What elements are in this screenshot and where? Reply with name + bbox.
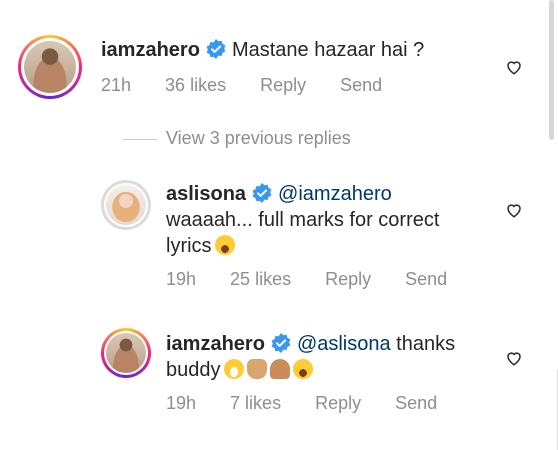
- laughing-emoji-icon: [214, 235, 235, 255]
- folded-hands-emoji-icon: [269, 359, 290, 379]
- likes-count[interactable]: 36 likes: [165, 75, 226, 95]
- send-button[interactable]: Send: [405, 269, 447, 289]
- reply-button[interactable]: Reply: [325, 269, 371, 289]
- reply-time: 19h: [166, 393, 197, 413]
- comment-time: 21h: [101, 75, 132, 95]
- comment-text: Mastane hazaar hai ?: [231, 39, 425, 61]
- rolling-laughing-emoji-icon: [292, 359, 313, 379]
- reply-username[interactable]: iamzahero: [166, 333, 265, 355]
- reply-meta: 19h 25 likes Reply Send: [166, 269, 481, 290]
- reply-button[interactable]: Reply: [315, 393, 361, 413]
- view-previous-replies-link[interactable]: View 3 previous replies: [166, 128, 351, 149]
- verified-badge-icon: [206, 39, 226, 59]
- heart-outline-icon[interactable]: [505, 58, 523, 76]
- send-button[interactable]: Send: [395, 393, 437, 413]
- avatar[interactable]: [101, 328, 151, 378]
- comment-meta: 21h 36 likes Reply Send: [101, 75, 416, 96]
- replies-divider: [123, 139, 157, 140]
- likes-count[interactable]: 7 likes: [230, 393, 281, 413]
- mention-link[interactable]: @aslisona: [297, 333, 391, 355]
- reply-username[interactable]: aslisona: [166, 183, 246, 205]
- scrollbar[interactable]: [549, 0, 554, 140]
- avatar[interactable]: [101, 180, 151, 230]
- likes-count[interactable]: 25 likes: [230, 269, 291, 289]
- reply-button[interactable]: Reply: [260, 75, 306, 95]
- reply-text-line: waaaah... full marks for correct: [166, 209, 440, 231]
- heart-outline-icon[interactable]: [505, 201, 523, 219]
- verified-badge-icon: [271, 333, 291, 353]
- reply-text: thanks: [390, 333, 456, 355]
- comment-username[interactable]: iamzahero: [101, 39, 200, 61]
- mention-link[interactable]: @iamzahero: [278, 183, 392, 205]
- heart-outline-icon[interactable]: [505, 349, 523, 367]
- reply-meta: 19h 7 likes Reply Send: [166, 393, 471, 414]
- avatar[interactable]: [18, 35, 82, 99]
- reply-text-line: lyrics: [166, 235, 212, 257]
- reply-time: 19h: [166, 269, 197, 289]
- clapping-hands-emoji-icon: [246, 359, 267, 379]
- reply-text-line: buddy: [166, 359, 221, 381]
- grinning-emoji-icon: [223, 359, 244, 379]
- verified-badge-icon: [252, 183, 272, 203]
- send-button[interactable]: Send: [340, 75, 382, 95]
